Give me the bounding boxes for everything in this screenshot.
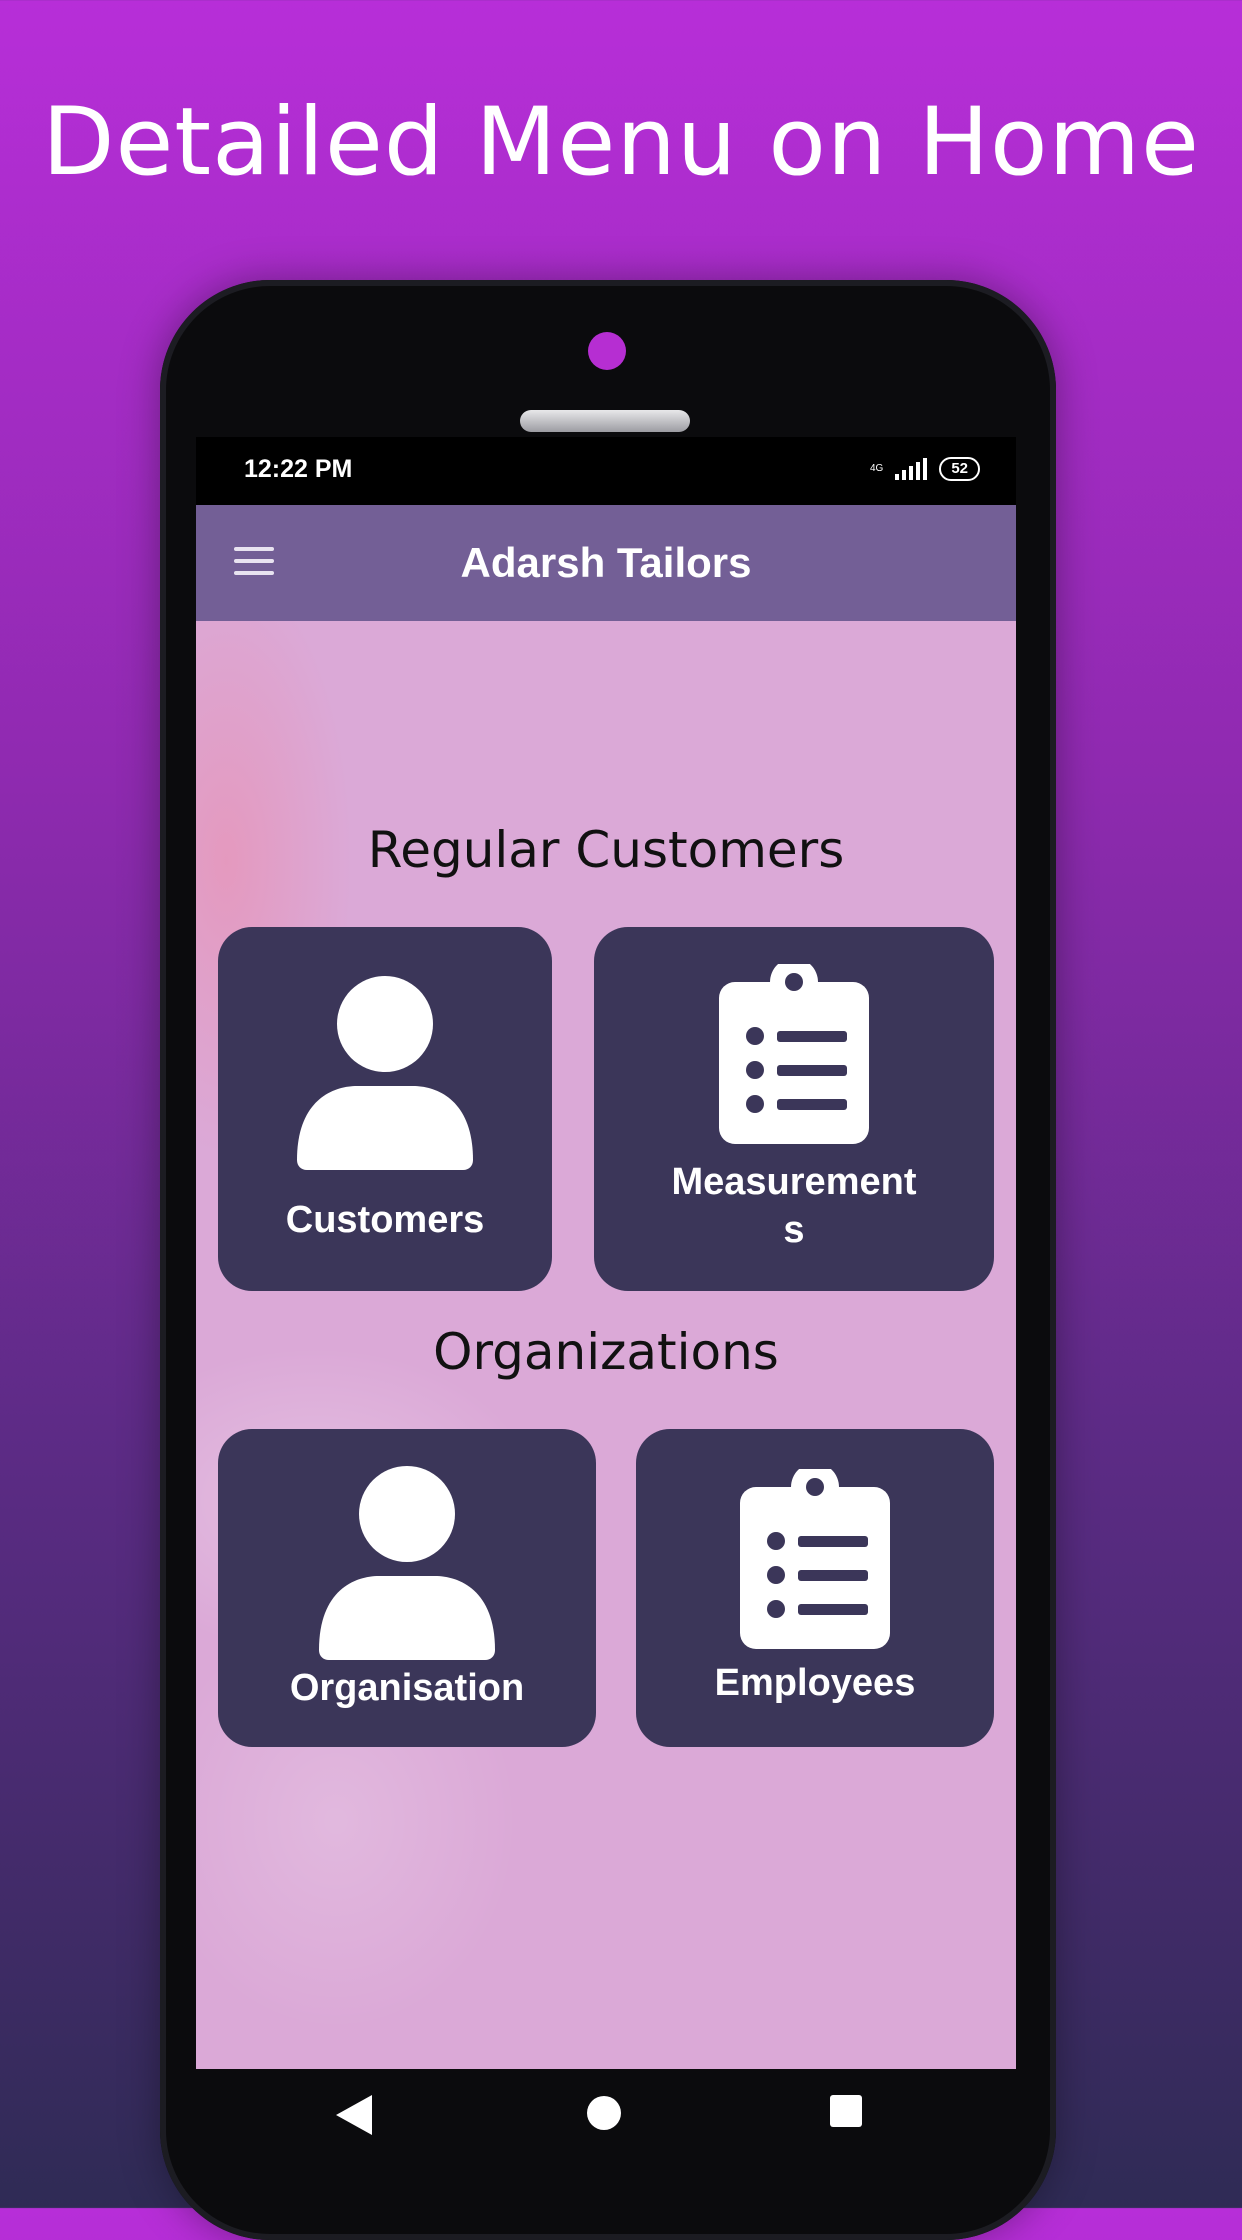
- person-icon: [297, 976, 473, 1170]
- promo-headline: Detailed Menu on Home: [42, 88, 1200, 197]
- signal-icon: [895, 458, 928, 480]
- customers-card[interactable]: Customers: [218, 927, 552, 1291]
- battery-icon: 52: [939, 457, 980, 481]
- speaker-grille: [520, 410, 690, 432]
- organisation-card-label: Organisation: [289, 1667, 525, 1709]
- home-icon[interactable]: [584, 2093, 624, 2133]
- status-time: 12:22 PM: [244, 455, 353, 483]
- employees-card[interactable]: Employees: [636, 1429, 994, 1747]
- customers-card-label: Customers: [285, 1199, 485, 1241]
- phone-screen: 12:22 PM 4G 52 Adarsh Tailors Regular Cu…: [196, 437, 1016, 2069]
- back-icon[interactable]: [332, 2093, 374, 2137]
- network-type: 4G: [869, 463, 884, 474]
- app-bar: Adarsh Tailors: [196, 505, 1016, 621]
- phone-frame: 12:22 PM 4G 52 Adarsh Tailors Regular Cu…: [160, 280, 1056, 2240]
- recents-icon[interactable]: [828, 2093, 866, 2131]
- section-title-regular-customers: Regular Customers: [367, 821, 845, 879]
- status-indicators: 4G 52: [870, 457, 980, 481]
- clipboard-list-icon: [740, 1469, 890, 1649]
- measurements-card[interactable]: Measurement s: [594, 927, 994, 1291]
- section-title-organizations: Organizations: [433, 1323, 779, 1381]
- clipboard-list-icon: [719, 964, 869, 1144]
- app-title: Adarsh Tailors: [460, 539, 752, 586]
- measurements-card-label: Measurement s: [671, 1161, 917, 1251]
- status-bar: 12:22 PM 4G 52: [196, 437, 1016, 505]
- organisation-card[interactable]: Organisation: [218, 1429, 596, 1747]
- camera-icon: [588, 332, 626, 370]
- employees-card-label: Employees: [714, 1662, 916, 1704]
- person-icon: [319, 1466, 495, 1660]
- system-nav-bar: [196, 2069, 1016, 2169]
- home-content: Regular Customers Customers Measurement …: [196, 621, 1016, 2069]
